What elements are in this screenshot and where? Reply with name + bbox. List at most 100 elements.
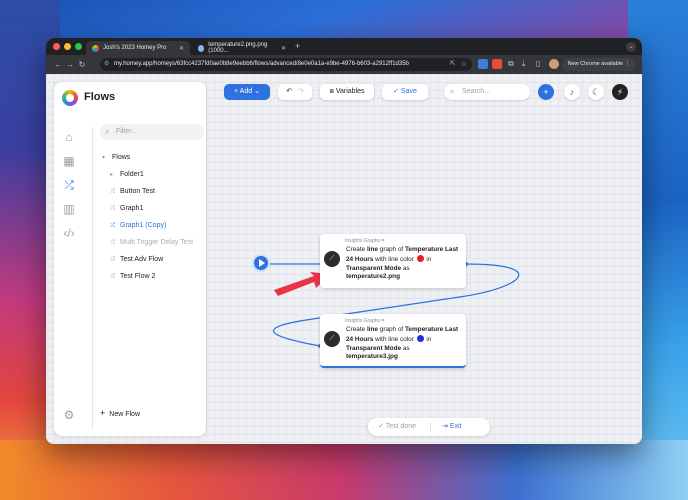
tree-flow-multi-trigger[interactable]: ⤮ Multi Trigger Delay Test (110, 239, 193, 247)
home-icon[interactable]: ⌂ (62, 130, 76, 144)
tab-title: temperature2.png.png (1000... (208, 42, 268, 54)
add-label: Add (239, 88, 253, 95)
extension-red-icon[interactable] (492, 59, 502, 69)
extensions-puzzle-icon[interactable]: ⧉ (508, 59, 518, 69)
extension-blue-icon[interactable] (478, 59, 488, 69)
test-bar: ✓ Test done ⇥ Exit (368, 418, 490, 436)
tree-flow-graph1[interactable]: ⤮ Graph1 (110, 205, 143, 213)
test-done-button[interactable]: ✓ Test done (378, 422, 416, 430)
back-icon[interactable]: ← (52, 60, 64, 69)
action-card-temperature3[interactable]: Insights Graphs ⌗ ⟋ Create line graph of… (320, 314, 466, 368)
tree-flow-button-test[interactable]: ⤮ Button Test (110, 188, 155, 196)
card-arg-mode: Transparent Mode (346, 264, 402, 272)
side-panel-icon[interactable]: ▯ (536, 59, 546, 69)
bookmark-star-icon[interactable]: ☆ (461, 58, 467, 71)
check-circle-icon: ✓ (378, 423, 384, 430)
profile-avatar[interactable] (549, 59, 559, 69)
maximize-window-button[interactable] (75, 43, 82, 50)
flow-icon: ⤮ (110, 240, 115, 246)
tag-icon: ⌗ (381, 238, 385, 244)
card-arg-graph-type: line (366, 326, 378, 333)
graph-icon: ⟋ (324, 331, 340, 347)
homey-flow-editor: Flows ⌂ ▦ ⤮ ▥ ‹/› ⚙ ⌕ Filter... ▾ Flows ▸… (46, 74, 642, 444)
tree-flow-test-adv[interactable]: ⤮ Test Adv Flow (110, 256, 163, 264)
filter-placeholder: Filter... (116, 128, 138, 135)
graph-icon: ⟋ (324, 251, 340, 267)
address-bar[interactable]: ⚙ my.homey.app/homeys/63fcc4237fd0ae0b8e… (100, 58, 472, 71)
flow-start-trigger[interactable] (252, 254, 270, 272)
homey-device-icon[interactable]: ⚡ (612, 84, 628, 100)
reload-icon[interactable]: ↻ (76, 60, 88, 69)
page-title: Flows (84, 91, 116, 103)
flows-shuffle-icon[interactable]: ⤮ (62, 178, 76, 192)
devices-grid-icon[interactable]: ▦ (62, 154, 76, 168)
tree-label: Flows (112, 154, 131, 161)
close-window-button[interactable] (53, 43, 60, 50)
close-tab-icon[interactable]: ✕ (281, 45, 286, 52)
globe-favicon-icon (198, 44, 205, 52)
card-text-part: Create (346, 326, 367, 333)
add-button[interactable]: + Add ⌄ (224, 84, 270, 100)
tree-flow-test-flow-2[interactable]: ⤮ Test Flow 2 (110, 273, 155, 281)
minimize-window-button[interactable] (64, 43, 71, 50)
tab-search-chevron-icon[interactable]: ⌄ (626, 42, 636, 52)
tab-image[interactable]: temperature2.png.png (1000... ✕ (192, 41, 292, 55)
variables-icon: ⧈ (329, 88, 334, 95)
tree-folder1[interactable]: ▸ Folder1 (110, 171, 144, 178)
tag-icon: ⌗ (381, 318, 385, 324)
card-header: Insights Graphs ⌗ (345, 318, 384, 324)
new-tab-icon[interactable]: + (295, 41, 300, 51)
tree-label: Multi Trigger Delay Test (120, 239, 194, 246)
search-input[interactable]: ⌕ Search... (444, 84, 530, 100)
tree-flow-graph1-copy[interactable]: ⤮ Graph1 (Copy) (110, 222, 166, 230)
tree-label: Graph1 (Copy) (120, 222, 167, 229)
settings-gear-icon[interactable]: ⚙ (62, 408, 76, 422)
tab-strip: Josh's 2023 Homey Pro ✕ temperature2.png… (46, 38, 642, 55)
notifications-bell-icon[interactable]: ♪ (564, 84, 580, 100)
update-label: New Chrome available (567, 61, 623, 67)
tree-label: Button Test (120, 188, 155, 195)
redo-icon[interactable]: ↷ (298, 88, 304, 95)
save-button[interactable]: ✓ Save (382, 84, 428, 100)
line-color-swatch[interactable] (416, 334, 424, 342)
exit-label: Exit (449, 423, 462, 430)
tree-root-flows[interactable]: ▾ Flows (102, 154, 130, 161)
card-app-name: Insights Graphs (345, 318, 381, 324)
browser-window: Josh's 2023 Homey Pro ✕ temperature2.png… (46, 38, 642, 444)
flow-icon: ⤮ (110, 206, 115, 212)
developer-code-icon[interactable]: ‹/› (62, 226, 76, 240)
share-icon[interactable]: ⇱ (450, 58, 455, 71)
card-text-part: in (424, 255, 432, 263)
sidebar-divider (92, 127, 93, 429)
tab-homey[interactable]: Josh's 2023 Homey Pro ✕ (86, 41, 190, 55)
collapse-caret-icon: ▾ (102, 155, 106, 161)
card-text-part: with line color (373, 335, 416, 343)
exit-icon: ⇥ (442, 423, 448, 430)
card-text-part: graph of (377, 326, 405, 333)
expand-caret-icon: ▸ (110, 172, 114, 178)
forward-icon[interactable]: → (64, 60, 76, 69)
tree-label: Folder1 (120, 171, 144, 178)
site-info-icon[interactable]: ⚙ (104, 58, 109, 71)
undo-icon[interactable]: ↶ (286, 88, 292, 95)
variables-button[interactable]: ⧈ Variables (320, 84, 374, 100)
add-card-plus-button[interactable]: + (538, 84, 554, 100)
chrome-update-button[interactable]: New Chrome available ⋮ (561, 58, 636, 71)
new-flow-button[interactable]: + New Flow (100, 408, 140, 418)
card-app-name: Insights Graphs (345, 238, 381, 244)
flow-icon: ⤮ (110, 189, 115, 195)
bar-divider (430, 422, 431, 432)
homey-logo (62, 90, 78, 106)
sidebar: Flows ⌂ ▦ ⤮ ▥ ‹/› ⚙ ⌕ Filter... ▾ Flows ▸… (54, 82, 206, 436)
line-color-swatch[interactable] (416, 254, 424, 262)
insights-chart-icon[interactable]: ▥ (62, 202, 76, 216)
tree-label: Graph1 (120, 205, 144, 212)
new-flow-label: New Flow (109, 411, 140, 418)
tree-label: Test Flow 2 (120, 273, 156, 280)
download-icon[interactable]: ⤓ (522, 59, 532, 69)
action-card-temperature2[interactable]: Insights Graphs ⌗ ⟋ Create line graph of… (320, 234, 466, 288)
filter-input[interactable]: ⌕ Filter... (100, 124, 204, 140)
exit-button[interactable]: ⇥ Exit (442, 422, 462, 430)
dark-mode-moon-icon[interactable]: ☾ (588, 84, 604, 100)
close-tab-icon[interactable]: ✕ (179, 45, 184, 52)
